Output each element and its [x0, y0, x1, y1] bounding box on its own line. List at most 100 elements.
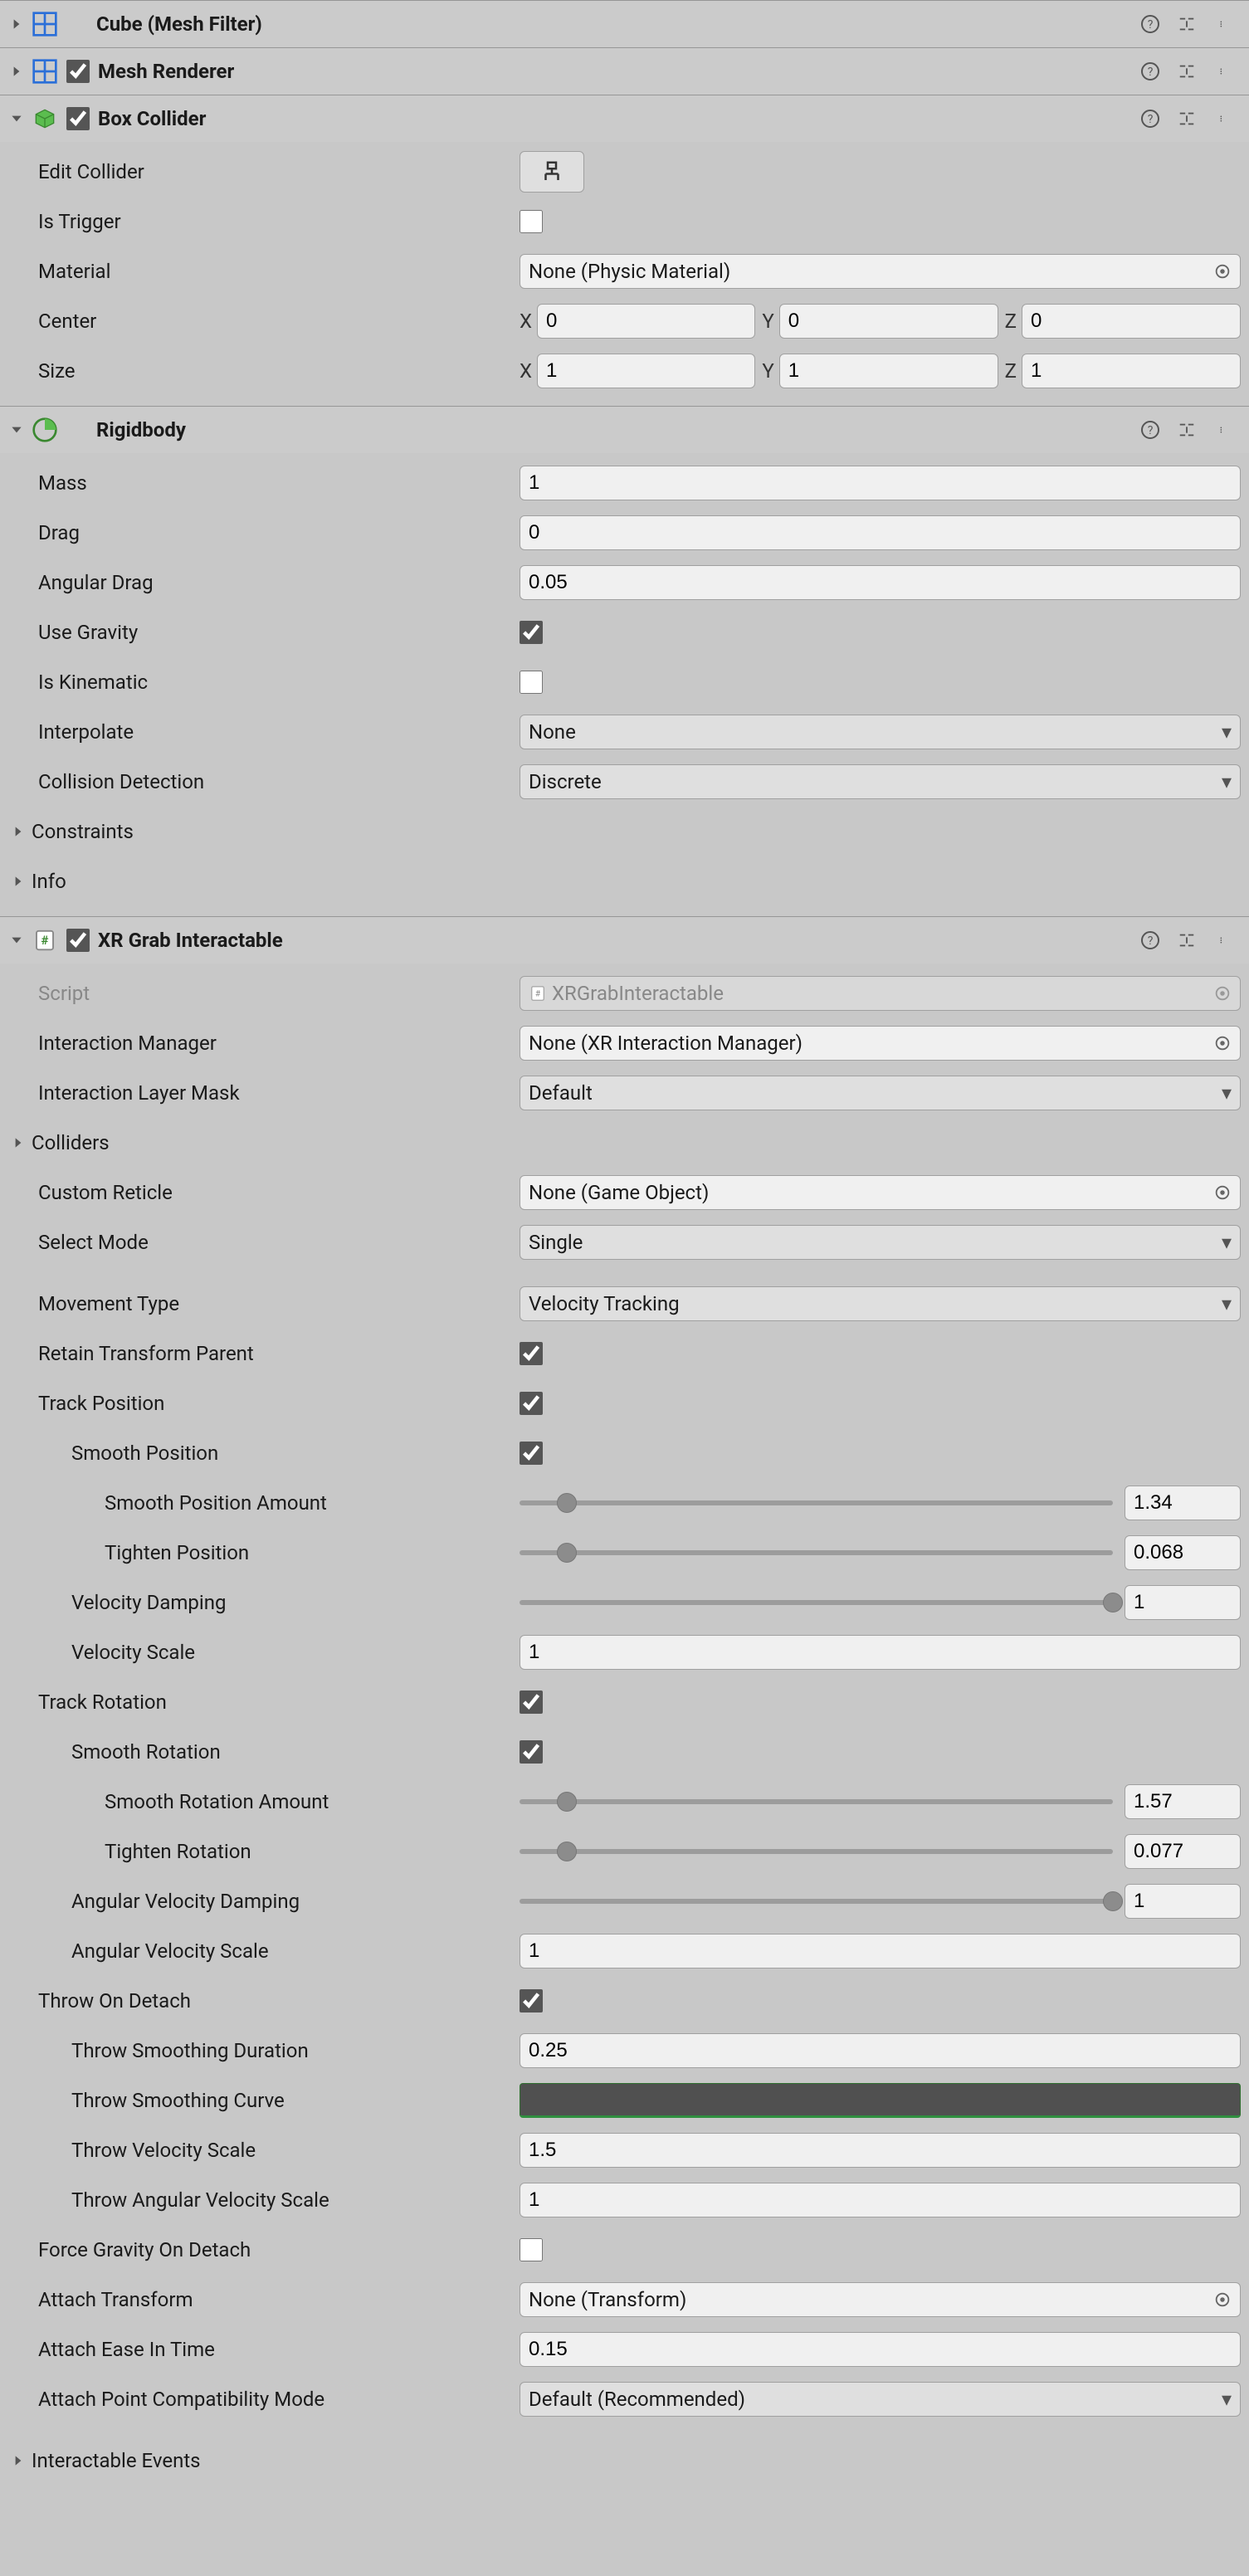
menu-icon[interactable]	[1211, 106, 1236, 131]
colliders-label[interactable]: Colliders	[32, 1131, 110, 1154]
retain-transform-parent-checkbox[interactable]	[520, 1342, 543, 1365]
help-icon[interactable]: ?	[1138, 59, 1163, 84]
interaction-manager-field[interactable]: None (XR Interaction Manager)	[520, 1026, 1241, 1061]
axis-z: Z	[1005, 310, 1017, 333]
script-field: #XRGrabInteractable	[520, 976, 1241, 1011]
center-x-input[interactable]	[537, 304, 755, 339]
select-mode-dropdown[interactable]: Single▾	[520, 1225, 1241, 1260]
velocity-damping-input[interactable]	[1125, 1585, 1241, 1620]
help-icon[interactable]: ?	[1138, 928, 1163, 953]
smooth-rotation-checkbox[interactable]	[520, 1740, 543, 1764]
help-icon[interactable]: ?	[1138, 12, 1163, 37]
svg-text:?: ?	[1148, 18, 1154, 32]
material-field[interactable]: None (Physic Material)	[520, 254, 1241, 289]
menu-icon[interactable]	[1211, 417, 1236, 442]
interpolate-value: None	[529, 720, 576, 744]
angular-velocity-damping-input[interactable]	[1125, 1884, 1241, 1919]
interaction-layer-mask-dropdown[interactable]: Default▾	[520, 1076, 1241, 1110]
is-trigger-checkbox[interactable]	[520, 210, 543, 233]
interactable-events-label[interactable]: Interactable Events	[32, 2449, 201, 2472]
help-icon[interactable]: ?	[1138, 417, 1163, 442]
foldout-closed-icon[interactable]	[7, 14, 27, 34]
menu-icon[interactable]	[1211, 928, 1236, 953]
foldout-closed-icon[interactable]	[8, 2451, 28, 2471]
movement-type-label: Movement Type	[8, 1292, 179, 1315]
tighten-rotation-input[interactable]	[1125, 1834, 1241, 1869]
foldout-closed-icon[interactable]	[8, 822, 28, 842]
center-z-input[interactable]	[1022, 304, 1241, 339]
collision-detection-dropdown[interactable]: Discrete▾	[520, 764, 1241, 799]
xr-grab-header[interactable]: # XR Grab Interactable ?	[0, 917, 1249, 964]
preset-icon[interactable]	[1174, 928, 1199, 953]
preset-icon[interactable]	[1174, 12, 1199, 37]
angular-velocity-damping-slider[interactable]	[520, 1899, 1113, 1904]
mass-input[interactable]	[520, 466, 1241, 500]
track-position-checkbox[interactable]	[520, 1392, 543, 1415]
throw-velocity-scale-input[interactable]	[520, 2133, 1241, 2168]
rigidbody-icon	[30, 415, 60, 445]
throw-smoothing-curve-field[interactable]	[520, 2083, 1241, 2118]
movement-type-dropdown[interactable]: Velocity Tracking▾	[520, 1286, 1241, 1321]
attach-point-compat-dropdown[interactable]: Default (Recommended)▾	[520, 2382, 1241, 2417]
object-picker-icon[interactable]	[1210, 259, 1235, 284]
collision-detection-label: Collision Detection	[8, 770, 204, 793]
preset-icon[interactable]	[1174, 106, 1199, 131]
foldout-open-icon[interactable]	[7, 420, 27, 440]
throw-smoothing-duration-input[interactable]	[520, 2033, 1241, 2068]
foldout-closed-icon[interactable]	[8, 871, 28, 891]
size-y-input[interactable]	[779, 354, 998, 388]
tighten-position-input[interactable]	[1125, 1535, 1241, 1570]
attach-transform-field[interactable]: None (Transform)	[520, 2282, 1241, 2317]
tighten-position-slider[interactable]	[520, 1550, 1113, 1555]
foldout-closed-icon[interactable]	[7, 61, 27, 81]
menu-icon[interactable]	[1211, 59, 1236, 84]
throw-on-detach-checkbox[interactable]	[520, 1989, 543, 2013]
menu-icon[interactable]	[1211, 12, 1236, 37]
smooth-position-checkbox[interactable]	[520, 1442, 543, 1465]
smooth-position-amount-input[interactable]	[1125, 1486, 1241, 1520]
edit-collider-button[interactable]	[520, 151, 584, 193]
track-rotation-checkbox[interactable]	[520, 1690, 543, 1714]
svg-text:?: ?	[1148, 424, 1154, 437]
select-mode-label: Select Mode	[8, 1231, 149, 1254]
rigidbody-header[interactable]: Rigidbody ?	[0, 407, 1249, 453]
is-kinematic-checkbox[interactable]	[520, 671, 543, 694]
size-z-input[interactable]	[1022, 354, 1241, 388]
smooth-position-amount-slider[interactable]	[520, 1500, 1113, 1505]
smooth-rotation-amount-input[interactable]	[1125, 1784, 1241, 1819]
foldout-open-icon[interactable]	[7, 109, 27, 129]
center-y-input[interactable]	[779, 304, 998, 339]
xr-grab-enable-checkbox[interactable]	[66, 929, 90, 952]
angular-velocity-scale-input[interactable]	[520, 1934, 1241, 1969]
use-gravity-checkbox[interactable]	[520, 621, 543, 644]
size-x-input[interactable]	[537, 354, 755, 388]
foldout-open-icon[interactable]	[7, 930, 27, 950]
preset-icon[interactable]	[1174, 59, 1199, 84]
object-picker-icon[interactable]	[1210, 2287, 1235, 2312]
drag-input[interactable]	[520, 515, 1241, 550]
foldout-closed-icon[interactable]	[8, 1133, 28, 1153]
info-label[interactable]: Info	[32, 870, 66, 893]
mesh-filter-header[interactable]: Cube (Mesh Filter) ?	[0, 1, 1249, 47]
force-gravity-on-detach-checkbox[interactable]	[520, 2238, 543, 2261]
custom-reticle-field[interactable]: None (Game Object)	[520, 1175, 1241, 1210]
tighten-rotation-slider[interactable]	[520, 1849, 1113, 1854]
object-picker-icon[interactable]	[1210, 1180, 1235, 1205]
angular-drag-input[interactable]	[520, 565, 1241, 600]
velocity-damping-slider[interactable]	[520, 1600, 1113, 1605]
throw-angular-velocity-scale-input[interactable]	[520, 2183, 1241, 2217]
box-collider-enable-checkbox[interactable]	[66, 107, 90, 130]
object-picker-icon[interactable]	[1210, 1031, 1235, 1056]
constraints-label[interactable]: Constraints	[32, 820, 134, 843]
mesh-renderer-header[interactable]: Mesh Renderer ?	[0, 48, 1249, 95]
smooth-rotation-amount-slider[interactable]	[520, 1799, 1113, 1804]
throw-angular-velocity-scale-label: Throw Angular Velocity Scale	[8, 2188, 329, 2212]
mesh-renderer-enable-checkbox[interactable]	[66, 60, 90, 83]
attach-ease-in-time-input[interactable]	[520, 2332, 1241, 2367]
material-value: None (Physic Material)	[529, 260, 730, 283]
interpolate-dropdown[interactable]: None▾	[520, 715, 1241, 749]
box-collider-header[interactable]: Box Collider ?	[0, 95, 1249, 142]
velocity-scale-input[interactable]	[520, 1635, 1241, 1670]
preset-icon[interactable]	[1174, 417, 1199, 442]
help-icon[interactable]: ?	[1138, 106, 1163, 131]
